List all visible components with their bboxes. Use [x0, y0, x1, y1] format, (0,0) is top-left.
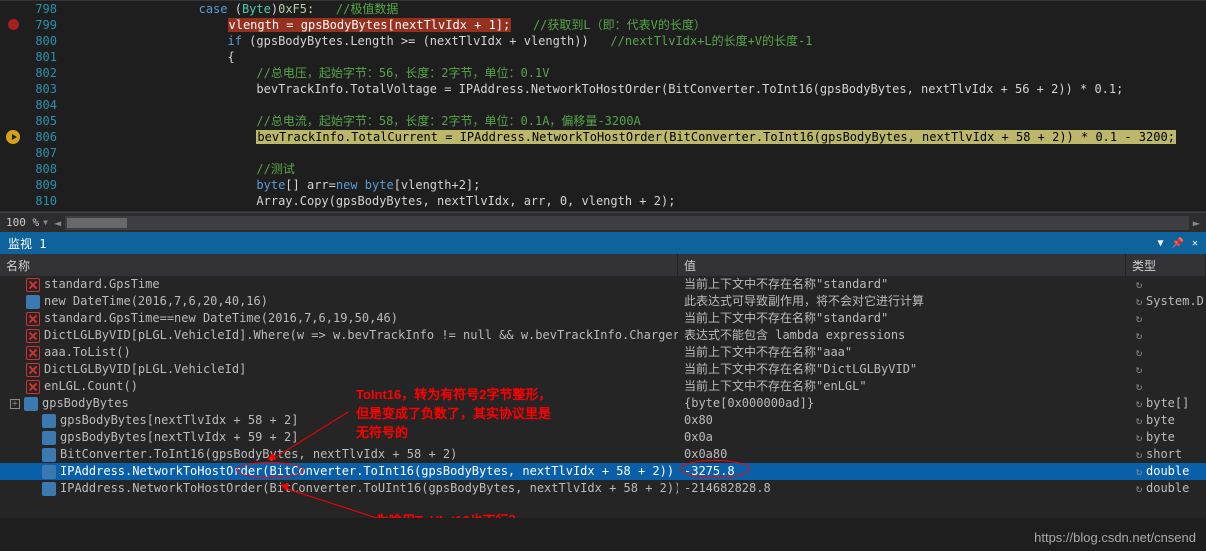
refresh-icon[interactable]: ↻ [1132, 327, 1146, 341]
watch-value: 0x80 [684, 413, 713, 427]
watch-type: System.D [1146, 294, 1204, 308]
watch-name: DictLGLByVID[pLGL.VehicleId].Where(w => … [44, 327, 678, 344]
watch-value: 此表达式可导致副作用，将不会对它进行计算 [684, 294, 924, 308]
line-gutter: 798 799 800 801 802 803 804 805 806 807 … [0, 1, 75, 211]
zoom-level[interactable]: 100 % [6, 216, 39, 229]
scroll-left-icon[interactable]: ◄ [54, 216, 61, 230]
highlighted-breakpoint-line: vlength = gpsBodyBytes[nextTlvIdx + 1]; [228, 18, 512, 32]
watch-value: 当前上下文中不存在名称"enLGL" [684, 379, 867, 393]
watch-row[interactable]: new DateTime(2016,7,6,20,40,16) 此表达式可导致副作… [0, 293, 1206, 310]
watch-value: 0x0a [684, 430, 713, 444]
column-name[interactable]: 名称 [0, 254, 678, 276]
watch-value: 当前上下文中不存在名称"standard" [684, 277, 888, 291]
watch-name: standard.GpsTime [44, 276, 160, 293]
refresh-icon[interactable]: ↻ [1132, 412, 1146, 426]
watch-name: DictLGLByVID[pLGL.VehicleId] [44, 361, 246, 378]
watch-row[interactable]: standard.GpsTime==new DateTime(2016,7,6,… [0, 310, 1206, 327]
watch-name: gpsBodyBytes[nextTlvIdx + 59 + 2] [60, 429, 298, 446]
refresh-icon[interactable]: ↻ [1132, 378, 1146, 392]
watch-row[interactable]: standard.GpsTime 当前上下文中不存在名称"standard" ↻ [0, 276, 1206, 293]
watch-name: gpsBodyBytes [42, 395, 129, 412]
variable-icon [42, 465, 56, 479]
variable-icon [42, 482, 56, 496]
error-icon [26, 346, 40, 360]
watch-value: 0x0a80 [684, 447, 727, 461]
variable-icon [42, 414, 56, 428]
watch-name: IPAddress.NetworkToHostOrder(BitConverte… [60, 463, 678, 480]
horizontal-scrollbar[interactable] [65, 216, 1189, 230]
watch-row[interactable]: gpsBodyBytes[nextTlvIdx + 59 + 2] 0x0a ↻by… [0, 429, 1206, 446]
refresh-icon[interactable]: ↻ [1132, 344, 1146, 358]
watch-value: -3275.8 [684, 464, 735, 478]
watch-row[interactable]: aaa.ToList() 当前上下文中不存在名称"aaa" ↻ [0, 344, 1206, 361]
refresh-icon[interactable]: ↻ [1132, 310, 1146, 324]
watch-row[interactable]: + gpsBodyBytes {byte[0x000000ad]} ↻byte[] [0, 395, 1206, 412]
watch-row[interactable]: IPAddress.NetworkToHostOrder(BitConverte… [0, 463, 1206, 480]
watch-value: -214682828.8 [684, 481, 771, 495]
watch-type: double [1146, 481, 1189, 495]
refresh-icon[interactable]: ↻ [1132, 463, 1146, 477]
watch-type: byte [1146, 430, 1175, 444]
code-editor[interactable]: 798 799 800 801 802 803 804 805 806 807 … [0, 0, 1206, 212]
refresh-icon[interactable]: ↻ [1132, 276, 1146, 290]
error-icon [26, 329, 40, 343]
watch-row[interactable]: enLGL.Count() 当前上下文中不存在名称"enLGL" ↻ [0, 378, 1206, 395]
watch-row[interactable]: gpsBodyBytes[nextTlvIdx + 58 + 2] 0x80 ↻by… [0, 412, 1206, 429]
refresh-icon[interactable]: ↻ [1132, 480, 1146, 494]
variable-icon [42, 448, 56, 462]
code-area[interactable]: case (Byte)0xF5: //极值数据 vlength = gpsBod… [75, 1, 1206, 211]
watch-type: byte [1146, 413, 1175, 427]
watch-value: 当前上下文中不存在名称"standard" [684, 311, 888, 325]
watch-value: 当前上下文中不存在名称"aaa" [684, 345, 852, 359]
watch-name: standard.GpsTime==new DateTime(2016,7,6,… [44, 310, 398, 327]
column-value[interactable]: 值 [678, 254, 1126, 276]
current-execution-line: bevTrackInfo.TotalCurrent = IPAddress.Ne… [256, 130, 1176, 144]
zoom-bar: 100 % ▼ ◄ ► [0, 212, 1206, 232]
pin-icon[interactable]: 📌 [1172, 238, 1184, 249]
watch-value: {byte[0x000000ad]} [684, 396, 814, 410]
variable-icon [42, 431, 56, 445]
watch-name: gpsBodyBytes[nextTlvIdx + 58 + 2] [60, 412, 298, 429]
watch-value: 表达式不能包含 lambda expressions [684, 328, 905, 342]
annotation-text-2: 为啥用ToUInt16也不行？ [376, 510, 522, 518]
error-icon [26, 278, 40, 292]
variable-icon [26, 295, 40, 309]
watch-grid[interactable]: 名称 值 类型 standard.GpsTime 当前上下文中不存在名称"stan… [0, 254, 1206, 518]
watch-grid-header: 名称 值 类型 [0, 254, 1206, 276]
watch-value: 当前上下文中不存在名称"DictLGLByVID" [684, 362, 917, 376]
watch-name: enLGL.Count() [44, 378, 138, 395]
watch-name: BitConverter.ToInt16(gpsBodyBytes, nextT… [60, 446, 457, 463]
watermark: https://blog.csdn.net/cnsend [1034, 530, 1196, 545]
watch-type: byte[] [1146, 396, 1189, 410]
error-icon [26, 363, 40, 377]
watch-row[interactable]: DictLGLByVID[pLGL.VehicleId] 当前上下文中不存在名称"… [0, 361, 1206, 378]
refresh-icon[interactable]: ↻ [1132, 429, 1146, 443]
error-icon [26, 380, 40, 394]
expand-icon[interactable]: + [10, 399, 20, 409]
watch-name: new DateTime(2016,7,6,20,40,16) [44, 293, 268, 310]
watch-title-label: 监视 1 [8, 235, 46, 252]
scroll-right-icon[interactable]: ► [1193, 216, 1200, 230]
refresh-icon[interactable]: ↻ [1132, 293, 1146, 307]
breakpoint-icon[interactable] [8, 19, 19, 30]
refresh-icon[interactable]: ↻ [1132, 361, 1146, 375]
watch-panel-title[interactable]: 监视 1 ▼ 📌 ✕ [0, 232, 1206, 254]
watch-name: aaa.ToList() [44, 344, 131, 361]
watch-name: IPAddress.NetworkToHostOrder(BitConverte… [60, 480, 678, 497]
error-icon [26, 312, 40, 326]
watch-row[interactable]: DictLGLByVID[pLGL.VehicleId].Where(w => … [0, 327, 1206, 344]
refresh-icon[interactable]: ↻ [1132, 395, 1146, 409]
watch-row[interactable]: IPAddress.NetworkToHostOrder(BitConverte… [0, 480, 1206, 497]
current-line-icon [6, 130, 20, 144]
watch-type: double [1146, 464, 1189, 478]
watch-type: short [1146, 447, 1182, 461]
refresh-icon[interactable]: ↻ [1132, 446, 1146, 460]
dropdown-icon[interactable]: ▼ [1157, 238, 1163, 249]
zoom-dropdown-icon[interactable]: ▼ [43, 218, 48, 227]
watch-row[interactable]: BitConverter.ToInt16(gpsBodyBytes, nextT… [0, 446, 1206, 463]
close-icon[interactable]: ✕ [1192, 238, 1198, 249]
column-type[interactable]: 类型 [1126, 254, 1206, 276]
variable-icon [24, 397, 38, 411]
